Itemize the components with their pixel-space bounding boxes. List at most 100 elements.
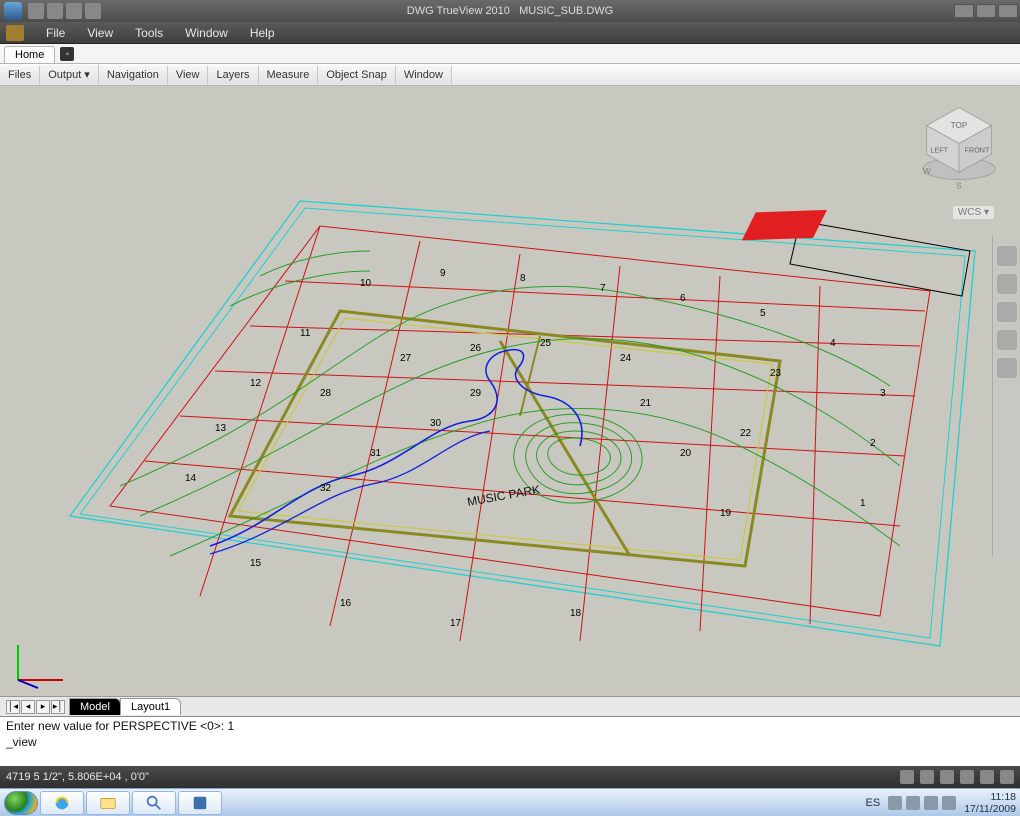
layout-tabs: │◂ ◂ ▸ ▸│ Model Layout1 <box>0 696 1020 716</box>
app-menu-icon[interactable] <box>6 25 24 41</box>
svg-text:FRONT: FRONT <box>965 146 990 155</box>
svg-text:32: 32 <box>320 483 332 494</box>
qat-plot-icon[interactable] <box>47 3 63 19</box>
status-quickprops-icon[interactable] <box>920 770 934 784</box>
svg-text:1: 1 <box>860 498 866 509</box>
system-tray <box>888 796 956 810</box>
command-history-line: Enter new value for PERSPECTIVE <0>: 1 <box>6 719 234 733</box>
svg-text:2: 2 <box>870 438 876 449</box>
panel-view[interactable]: View <box>168 66 209 84</box>
tab-layout1[interactable]: Layout1 <box>120 698 181 715</box>
taskbar-clock[interactable]: 11:18 17/11/2009 <box>964 791 1016 815</box>
tray-volume-icon[interactable] <box>942 796 956 810</box>
view-cube[interactable]: TOP LEFT FRONT W S <box>914 98 1004 198</box>
nav-zoom-icon[interactable] <box>997 274 1017 294</box>
menu-bar: File View Tools Window Help <box>0 22 1020 44</box>
wcs-dropdown[interactable]: WCS ▾ <box>953 206 994 219</box>
nav-showmotion-icon[interactable] <box>997 358 1017 378</box>
panel-files[interactable]: Files <box>0 66 40 84</box>
status-annotation-icon[interactable] <box>960 770 974 784</box>
taskbar-explorer-icon[interactable] <box>86 791 130 815</box>
tab-scroll-first-icon[interactable]: │◂ <box>6 700 20 714</box>
svg-text:12: 12 <box>250 378 262 389</box>
menu-window[interactable]: Window <box>185 26 228 40</box>
qat-redo-icon[interactable] <box>85 3 101 19</box>
svg-text:23: 23 <box>770 368 782 379</box>
menu-tools[interactable]: Tools <box>135 26 163 40</box>
ribbon-tab-bar: Home ◦ <box>0 44 1020 64</box>
tray-chevron-icon[interactable] <box>888 796 902 810</box>
tray-network-icon[interactable] <box>924 796 938 810</box>
qat-open-icon[interactable] <box>28 3 44 19</box>
panel-layers[interactable]: Layers <box>208 66 258 84</box>
minimize-button[interactable] <box>954 4 974 18</box>
svg-text:28: 28 <box>320 388 332 399</box>
status-cleanscreen-icon[interactable] <box>1000 770 1014 784</box>
status-workspace-icon[interactable] <box>980 770 994 784</box>
svg-text:LEFT: LEFT <box>930 146 948 155</box>
taskbar-trueview-icon[interactable] <box>178 791 222 815</box>
menu-file[interactable]: File <box>46 26 65 40</box>
status-model-icon[interactable] <box>900 770 914 784</box>
svg-text:3: 3 <box>880 388 886 399</box>
panel-osnap[interactable]: Object Snap <box>318 66 396 84</box>
panel-window[interactable]: Window <box>396 66 452 84</box>
nav-orbit-icon[interactable] <box>997 302 1017 322</box>
svg-text:17: 17 <box>450 618 462 629</box>
svg-text:10: 10 <box>360 278 372 289</box>
svg-text:8: 8 <box>520 273 526 284</box>
drawing-label-park: MUSIC PARK <box>466 482 541 509</box>
svg-text:13: 13 <box>215 423 227 434</box>
svg-text:20: 20 <box>680 448 692 459</box>
svg-text:14: 14 <box>185 473 197 484</box>
app-logo-icon[interactable] <box>4 2 22 20</box>
panel-navigation[interactable]: Navigation <box>99 66 168 84</box>
tab-scroll-next-icon[interactable]: ▸ <box>36 700 50 714</box>
ribbon: Files Output ▾ Navigation View Layers Me… <box>0 64 1020 86</box>
quick-access-toolbar <box>28 3 101 19</box>
ucs-icon <box>8 640 68 690</box>
tab-close-icon[interactable]: ◦ <box>60 47 74 61</box>
tab-home[interactable]: Home <box>4 46 55 63</box>
tab-scroll-last-icon[interactable]: ▸│ <box>51 700 65 714</box>
svg-text:22: 22 <box>740 428 752 439</box>
menu-view[interactable]: View <box>87 26 113 40</box>
svg-text:24: 24 <box>620 353 632 364</box>
taskbar-ie-icon[interactable] <box>40 791 84 815</box>
qat-undo-icon[interactable] <box>66 3 82 19</box>
command-history-line: _view <box>6 735 37 749</box>
svg-text:S: S <box>956 182 962 191</box>
panel-output[interactable]: Output ▾ <box>40 65 99 84</box>
windows-taskbar: ES 11:18 17/11/2009 <box>0 788 1020 816</box>
svg-text:27: 27 <box>400 353 412 364</box>
nav-pan-icon[interactable] <box>997 246 1017 266</box>
svg-text:15: 15 <box>250 558 262 569</box>
command-line[interactable]: Enter new value for PERSPECTIVE <0>: 1 _… <box>0 716 1020 766</box>
svg-text:W: W <box>923 167 931 176</box>
svg-text:30: 30 <box>430 418 442 429</box>
tab-scroll-prev-icon[interactable]: ◂ <box>21 700 35 714</box>
title-bar: DWG TrueView 2010 MUSIC_SUB.DWG <box>0 0 1020 22</box>
status-bar: 4719 5 1/2", 5.806E+04 , 0'0" <box>0 766 1020 788</box>
drawing-canvas[interactable]: MUSIC PARK 123 456 789 101112 131415 161… <box>0 86 1020 696</box>
svg-text:6: 6 <box>680 293 686 304</box>
window-controls <box>954 4 1018 18</box>
svg-text:4: 4 <box>830 338 836 349</box>
language-indicator[interactable]: ES <box>866 797 881 809</box>
drawing-viewport[interactable]: MUSIC PARK 123 456 789 101112 131415 161… <box>0 86 1020 696</box>
coordinate-readout: 4719 5 1/2", 5.806E+04 , 0'0" <box>6 771 149 783</box>
tab-model[interactable]: Model <box>69 698 121 715</box>
svg-text:TOP: TOP <box>951 121 967 130</box>
tray-flag-icon[interactable] <box>906 796 920 810</box>
svg-text:21: 21 <box>640 398 652 409</box>
nav-steering-wheel-icon[interactable] <box>997 330 1017 350</box>
status-lock-icon[interactable] <box>940 770 954 784</box>
navigation-bar <box>992 236 1020 556</box>
taskbar-magnifier-icon[interactable] <box>132 791 176 815</box>
start-button[interactable] <box>4 791 38 815</box>
panel-measure[interactable]: Measure <box>259 66 319 84</box>
menu-help[interactable]: Help <box>250 26 275 40</box>
close-button[interactable] <box>998 4 1018 18</box>
maximize-button[interactable] <box>976 4 996 18</box>
svg-text:16: 16 <box>340 598 352 609</box>
